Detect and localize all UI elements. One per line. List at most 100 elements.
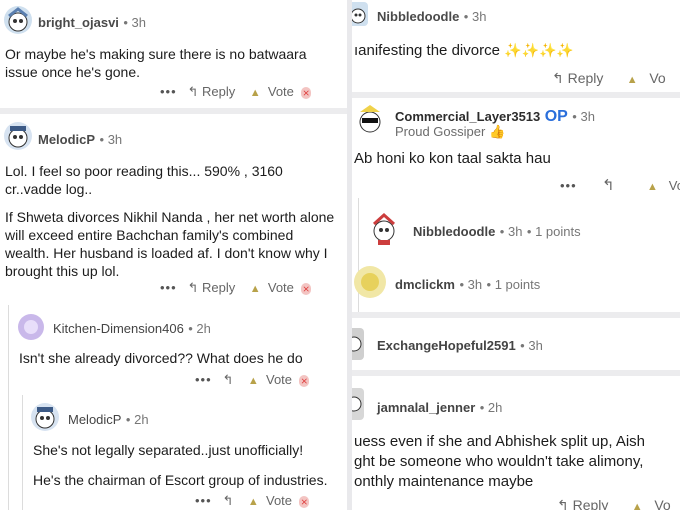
comment-actions: ••• ↰ ▲ Vo: [560, 176, 680, 194]
more-options-icon[interactable]: •••: [195, 493, 212, 508]
right-screenshot: Nibbledoodle • 3h ıanifesting the divorc…: [352, 0, 680, 510]
comment-text: Isn't she already divorced?? What does h…: [19, 350, 303, 366]
upvote-icon[interactable]: ▲: [632, 501, 643, 510]
reply-icon[interactable]: ↰: [602, 177, 615, 194]
upvote-icon[interactable]: ▲: [250, 283, 261, 295]
timestamp: 3h: [471, 9, 487, 24]
comment-actions: ••• ↰ ▲ Vote ⨯: [195, 372, 310, 388]
username[interactable]: Commercial_Layer3513: [395, 109, 540, 124]
vote-label: Vo: [654, 497, 671, 510]
snoo-avatar-icon: [8, 7, 28, 32]
comment-actions: ↰ Reply ▲ Vo: [552, 70, 666, 87]
avatar[interactable]: [352, 2, 368, 26]
downvote-icon[interactable]: ⨯: [301, 282, 312, 295]
reply-button[interactable]: Reply: [202, 280, 235, 295]
avatar[interactable]: [366, 210, 402, 246]
avatar[interactable]: [354, 102, 386, 136]
avatar[interactable]: [18, 314, 44, 340]
reply-icon[interactable]: ↰: [552, 70, 564, 86]
divider: [0, 108, 347, 114]
reply-icon[interactable]: ↰: [223, 372, 234, 387]
sparkles-emoji: ✨✨✨✨: [504, 42, 574, 58]
comment-text: Or maybe he's making sure there is no ba…: [5, 46, 307, 80]
timestamp: 3h: [107, 132, 123, 147]
divider: [352, 92, 680, 98]
more-options-icon[interactable]: •••: [160, 280, 177, 295]
left-screenshot: bright_ojasvi • 3h Or maybe he's making …: [0, 0, 347, 510]
avatar[interactable]: [4, 6, 32, 34]
username[interactable]: Nibbledoodle: [377, 9, 459, 24]
avatar[interactable]: [352, 328, 364, 360]
username[interactable]: Kitchen-Dimension406: [53, 321, 184, 336]
comment-text: onthly maintenance maybe: [354, 473, 534, 490]
snoo-avatar-icon: [35, 407, 55, 429]
comment-actions: ••• ↰ Reply ▲ Vote ⨯: [160, 280, 312, 296]
reply-button[interactable]: Reply: [568, 70, 604, 86]
comment-text: If Shweta divorces Nikhil Nanda , her ne…: [5, 209, 335, 279]
username[interactable]: dmclickm: [395, 277, 455, 292]
reply-icon[interactable]: ↰: [557, 497, 569, 510]
thumbs-up-emoji: 👍: [488, 124, 506, 139]
snoo-avatar-icon: [8, 126, 28, 148]
divider: [352, 312, 680, 318]
comment-text: ght be someone who wouldn't take alimony…: [354, 453, 644, 470]
username[interactable]: MelodicP: [38, 132, 95, 147]
comment-text: Lol. I feel so poor reading this... 590%…: [5, 163, 283, 197]
more-options-icon[interactable]: •••: [160, 84, 177, 99]
comment-text: ıanifesting the divorce: [354, 42, 500, 59]
username[interactable]: Nibbledoodle: [413, 224, 495, 239]
reply-button[interactable]: Reply: [573, 497, 609, 510]
downvote-icon[interactable]: ⨯: [299, 374, 310, 387]
comment-actions: ↰ Reply ▲ Vo: [557, 497, 671, 510]
user-flair: Proud Gossiper 👍: [395, 124, 505, 140]
more-options-icon[interactable]: •••: [195, 372, 212, 387]
timestamp: 3h: [580, 109, 595, 124]
comment-actions: ••• ↰ Reply ▲ Vote ⨯: [160, 84, 312, 100]
upvote-icon[interactable]: ▲: [250, 87, 261, 99]
snoo-avatar-icon: [352, 8, 366, 24]
default-avatar-icon: [24, 320, 38, 334]
vote-label: Vote: [267, 84, 294, 99]
default-avatar-icon: [361, 273, 379, 291]
username[interactable]: jamnalal_jenner: [377, 400, 475, 415]
flair-text: Proud Gossiper: [395, 124, 486, 139]
comment-text: He's the chairman of Escort group of ind…: [33, 472, 328, 488]
username[interactable]: MelodicP: [68, 412, 121, 427]
reply-icon[interactable]: ↰: [223, 493, 234, 508]
username[interactable]: ExchangeHopeful2591: [377, 338, 516, 353]
upvote-icon[interactable]: ▲: [627, 74, 638, 86]
reply-icon[interactable]: ↰: [188, 280, 199, 295]
downvote-icon[interactable]: ⨯: [299, 495, 310, 508]
vote-label: Vote: [265, 493, 293, 508]
upvote-icon[interactable]: ▲: [647, 181, 658, 193]
avatar[interactable]: [31, 403, 59, 431]
timestamp: 3h: [528, 338, 543, 353]
reply-button[interactable]: Reply: [202, 84, 235, 99]
points: 1 points: [494, 277, 541, 292]
points: 1 points: [535, 224, 581, 239]
vote-label: Vo: [668, 178, 680, 193]
snoo-avatar-icon: [372, 212, 396, 245]
sunglasses-avatar-icon: [359, 105, 381, 133]
timestamp: 3h: [131, 15, 147, 30]
username[interactable]: bright_ojasvi: [38, 15, 119, 30]
snoo-avatar-icon: [352, 396, 362, 412]
timestamp: 2h: [487, 400, 503, 415]
thread-line: [22, 395, 23, 510]
divider: [352, 370, 680, 376]
more-options-icon[interactable]: •••: [560, 178, 577, 193]
vote-label: Vote: [267, 280, 294, 295]
downvote-icon[interactable]: ⨯: [301, 86, 312, 99]
avatar[interactable]: [352, 388, 364, 420]
comment-text: Ab honi ko kon taal sakta hau: [354, 150, 551, 167]
snoo-avatar-icon: [352, 336, 362, 352]
timestamp: 3h: [507, 224, 523, 239]
comment-actions: ••• ↰ ▲ Vote ⨯: [195, 493, 310, 509]
reply-icon[interactable]: ↰: [188, 84, 199, 99]
avatar[interactable]: [4, 122, 32, 150]
upvote-icon[interactable]: ▲: [248, 496, 259, 508]
timestamp: 2h: [196, 321, 211, 336]
avatar[interactable]: [354, 266, 386, 298]
vote-label: Vote: [265, 372, 293, 387]
upvote-icon[interactable]: ▲: [248, 375, 259, 387]
